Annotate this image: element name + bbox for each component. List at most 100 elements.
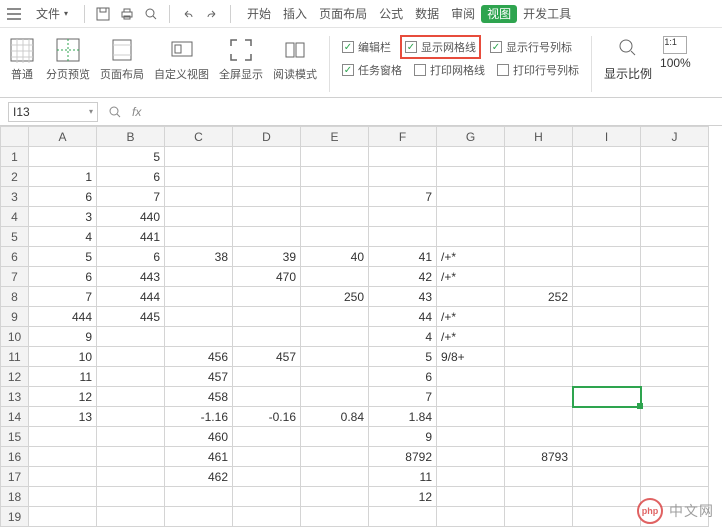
cell-A17[interactable] <box>29 467 97 487</box>
cell-E2[interactable] <box>301 167 369 187</box>
cell-A6[interactable]: 5 <box>29 247 97 267</box>
cell-B1[interactable]: 5 <box>97 147 165 167</box>
cell-E11[interactable] <box>301 347 369 367</box>
cell-D12[interactable] <box>233 367 301 387</box>
cell-H16[interactable]: 8793 <box>505 447 573 467</box>
cell-F8[interactable]: 43 <box>369 287 437 307</box>
menu-icon[interactable] <box>6 6 22 22</box>
cell-I7[interactable] <box>573 267 641 287</box>
tab-开发工具[interactable]: 开发工具 <box>517 5 577 23</box>
cell-G3[interactable] <box>437 187 505 207</box>
cell-H11[interactable] <box>505 347 573 367</box>
row-header-10[interactable]: 10 <box>1 327 29 347</box>
cell-A7[interactable]: 6 <box>29 267 97 287</box>
cell-G13[interactable] <box>437 387 505 407</box>
ribbon-page-layout[interactable]: 页面布局 <box>100 32 144 82</box>
cell-A4[interactable]: 3 <box>29 207 97 227</box>
cell-C9[interactable] <box>165 307 233 327</box>
ribbon-page-break[interactable]: 分页预览 <box>46 32 90 82</box>
cell-I8[interactable] <box>573 287 641 307</box>
col-header-H[interactable]: H <box>505 127 573 147</box>
file-menu[interactable]: 文件▾ <box>30 3 74 24</box>
cell-B10[interactable] <box>97 327 165 347</box>
cell-G17[interactable] <box>437 467 505 487</box>
cell-E9[interactable] <box>301 307 369 327</box>
cell-G2[interactable] <box>437 167 505 187</box>
cell-F16[interactable]: 8792 <box>369 447 437 467</box>
cell-D3[interactable] <box>233 187 301 207</box>
cell-I19[interactable] <box>573 507 641 527</box>
cell-F5[interactable] <box>369 227 437 247</box>
cell-F6[interactable]: 41 <box>369 247 437 267</box>
cell-G19[interactable] <box>437 507 505 527</box>
cell-B7[interactable]: 443 <box>97 267 165 287</box>
ribbon-normal[interactable]: 普通 <box>8 32 36 82</box>
cell-H1[interactable] <box>505 147 573 167</box>
cell-E8[interactable]: 250 <box>301 287 369 307</box>
cell-A9[interactable]: 444 <box>29 307 97 327</box>
cell-I11[interactable] <box>573 347 641 367</box>
preview-icon[interactable] <box>143 6 159 22</box>
cell-F19[interactable] <box>369 507 437 527</box>
cell-J16[interactable] <box>641 447 709 467</box>
cell-F4[interactable] <box>369 207 437 227</box>
cell-C10[interactable] <box>165 327 233 347</box>
cell-B11[interactable] <box>97 347 165 367</box>
cell-H19[interactable] <box>505 507 573 527</box>
cell-C19[interactable] <box>165 507 233 527</box>
cell-B8[interactable]: 444 <box>97 287 165 307</box>
cell-E16[interactable] <box>301 447 369 467</box>
cell-D19[interactable] <box>233 507 301 527</box>
cell-I10[interactable] <box>573 327 641 347</box>
cell-C2[interactable] <box>165 167 233 187</box>
tab-视图[interactable]: 视图 <box>481 5 517 23</box>
row-header-2[interactable]: 2 <box>1 167 29 187</box>
cell-F2[interactable] <box>369 167 437 187</box>
cell-C18[interactable] <box>165 487 233 507</box>
cell-G12[interactable] <box>437 367 505 387</box>
cell-H8[interactable]: 252 <box>505 287 573 307</box>
cell-J3[interactable] <box>641 187 709 207</box>
cell-F10[interactable]: 4 <box>369 327 437 347</box>
cell-I9[interactable] <box>573 307 641 327</box>
cell-D16[interactable] <box>233 447 301 467</box>
cell-D18[interactable] <box>233 487 301 507</box>
cell-H13[interactable] <box>505 387 573 407</box>
cell-G7[interactable]: /+* <box>437 267 505 287</box>
cell-G4[interactable] <box>437 207 505 227</box>
tab-插入[interactable]: 插入 <box>277 5 313 23</box>
cell-H12[interactable] <box>505 367 573 387</box>
cell-J11[interactable] <box>641 347 709 367</box>
cell-B16[interactable] <box>97 447 165 467</box>
tab-开始[interactable]: 开始 <box>241 5 277 23</box>
check-print-gridlines[interactable]: 打印网格线 <box>414 62 485 78</box>
search-icon[interactable] <box>106 103 124 121</box>
cell-H14[interactable] <box>505 407 573 427</box>
cell-D7[interactable]: 470 <box>233 267 301 287</box>
tab-数据[interactable]: 数据 <box>409 5 445 23</box>
cell-B12[interactable] <box>97 367 165 387</box>
cell-D1[interactable] <box>233 147 301 167</box>
zoom-scale-button[interactable]: 显示比例 <box>604 36 652 82</box>
cell-A14[interactable]: 13 <box>29 407 97 427</box>
cell-C5[interactable] <box>165 227 233 247</box>
cell-B9[interactable]: 445 <box>97 307 165 327</box>
cell-F3[interactable]: 7 <box>369 187 437 207</box>
tab-公式[interactable]: 公式 <box>373 5 409 23</box>
cell-F9[interactable]: 44 <box>369 307 437 327</box>
check-task-pane[interactable]: ✓任务窗格 <box>342 62 402 78</box>
cell-C8[interactable] <box>165 287 233 307</box>
cell-A10[interactable]: 9 <box>29 327 97 347</box>
cell-I13[interactable] <box>573 387 641 407</box>
cell-J17[interactable] <box>641 467 709 487</box>
cell-E19[interactable] <box>301 507 369 527</box>
cell-C4[interactable] <box>165 207 233 227</box>
cell-G18[interactable] <box>437 487 505 507</box>
cell-C16[interactable]: 461 <box>165 447 233 467</box>
cell-B14[interactable] <box>97 407 165 427</box>
cell-G8[interactable] <box>437 287 505 307</box>
cell-H3[interactable] <box>505 187 573 207</box>
cell-I4[interactable] <box>573 207 641 227</box>
row-header-1[interactable]: 1 <box>1 147 29 167</box>
cell-E10[interactable] <box>301 327 369 347</box>
